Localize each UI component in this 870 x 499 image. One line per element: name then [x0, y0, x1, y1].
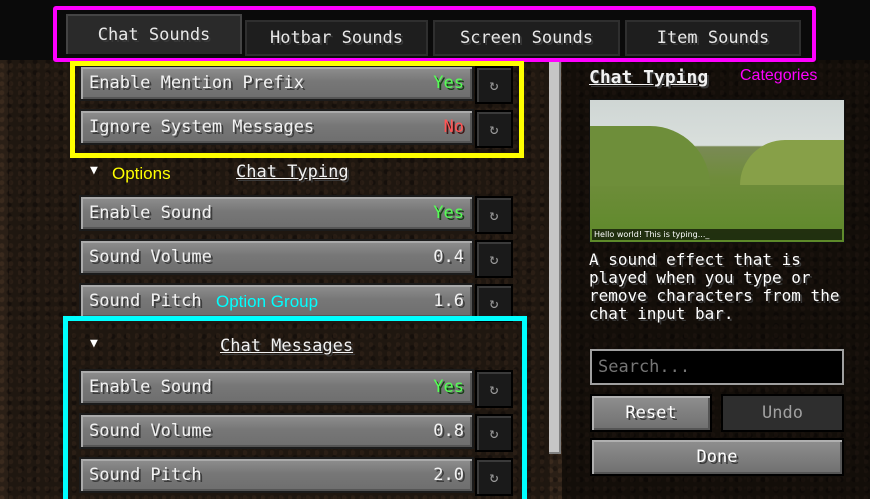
- option-enable-mention-prefix[interactable]: Enable Mention Prefix Yes: [79, 65, 474, 101]
- reset-icon[interactable]: ↻: [475, 240, 513, 278]
- tab-screen-sounds[interactable]: Screen Sounds: [433, 20, 620, 56]
- tab-label: Hotbar Sounds: [269, 28, 404, 48]
- option-value: Yes: [433, 377, 464, 397]
- option-messages-sound-pitch[interactable]: Sound Pitch 2.0: [79, 457, 474, 493]
- preview-hill: [590, 126, 710, 186]
- option-messages-enable-sound[interactable]: Enable Sound Yes: [79, 369, 474, 405]
- reset-icon[interactable]: ↻: [475, 414, 513, 452]
- option-value: Yes: [433, 73, 464, 93]
- option-value: 1.6: [433, 291, 464, 311]
- section-heading-chat-typing[interactable]: Chat Typing: [236, 162, 349, 182]
- option-label: Sound Pitch: [89, 465, 202, 485]
- scrollbar-thumb[interactable]: [549, 62, 561, 454]
- option-value: 2.0: [433, 465, 464, 485]
- tab-label: Chat Sounds: [97, 25, 211, 45]
- tab-item-sounds[interactable]: Item Sounds: [625, 20, 801, 56]
- annotation-categories-label: Categories: [740, 67, 818, 84]
- undo-button[interactable]: Undo: [721, 394, 844, 432]
- reset-icon[interactable]: ↻: [475, 370, 513, 408]
- option-typing-sound-volume[interactable]: Sound Volume 0.4: [79, 239, 474, 275]
- tab-hotbar-sounds[interactable]: Hotbar Sounds: [245, 20, 428, 56]
- reset-icon[interactable]: ↻: [475, 284, 513, 322]
- caret-down-icon[interactable]: ▼: [90, 336, 98, 351]
- option-value: 0.4: [433, 247, 464, 267]
- option-value: 0.8: [433, 421, 464, 441]
- tab-label: Screen Sounds: [459, 28, 594, 48]
- reset-icon[interactable]: ↻: [475, 110, 513, 148]
- section-heading-chat-messages[interactable]: Chat Messages: [220, 336, 353, 356]
- annotation-options-label: Options: [112, 164, 171, 183]
- option-value: Yes: [433, 203, 464, 223]
- done-button[interactable]: Done: [590, 438, 844, 476]
- option-messages-sound-volume[interactable]: Sound Volume 0.8: [79, 413, 474, 449]
- reset-icon[interactable]: ↻: [475, 66, 513, 104]
- option-label: Sound Volume: [89, 247, 212, 267]
- reset-button[interactable]: Reset: [590, 394, 712, 432]
- caret-down-icon[interactable]: ▼: [90, 163, 98, 178]
- preview-hill: [740, 140, 844, 185]
- tab-label: Item Sounds: [656, 28, 770, 48]
- search-input[interactable]: [590, 349, 844, 385]
- option-label: Ignore System Messages: [89, 117, 315, 137]
- preview-image: Hello world! This is typing..._: [589, 99, 845, 243]
- option-label: Enable Sound: [89, 377, 212, 397]
- option-typing-enable-sound[interactable]: Enable Sound Yes: [79, 195, 474, 231]
- option-label: Enable Sound: [89, 203, 212, 223]
- info-description: A sound effect that is played when you t…: [589, 250, 840, 323]
- option-label: Sound Volume: [89, 421, 212, 441]
- tab-chat-sounds[interactable]: Chat Sounds: [66, 14, 242, 54]
- option-ignore-system-messages[interactable]: Ignore System Messages No: [79, 109, 474, 145]
- reset-icon[interactable]: ↻: [475, 458, 513, 496]
- option-label: Enable Mention Prefix: [89, 73, 304, 93]
- scrollbar-track[interactable]: [549, 62, 561, 454]
- option-value: No: [443, 117, 464, 137]
- info-title: Chat Typing: [589, 67, 709, 88]
- option-label: Sound Pitch: [89, 291, 202, 311]
- reset-icon[interactable]: ↻: [475, 196, 513, 234]
- preview-chat-bar: Hello world! This is typing..._: [592, 229, 842, 240]
- annotation-option-group-label: Option Group: [216, 292, 319, 311]
